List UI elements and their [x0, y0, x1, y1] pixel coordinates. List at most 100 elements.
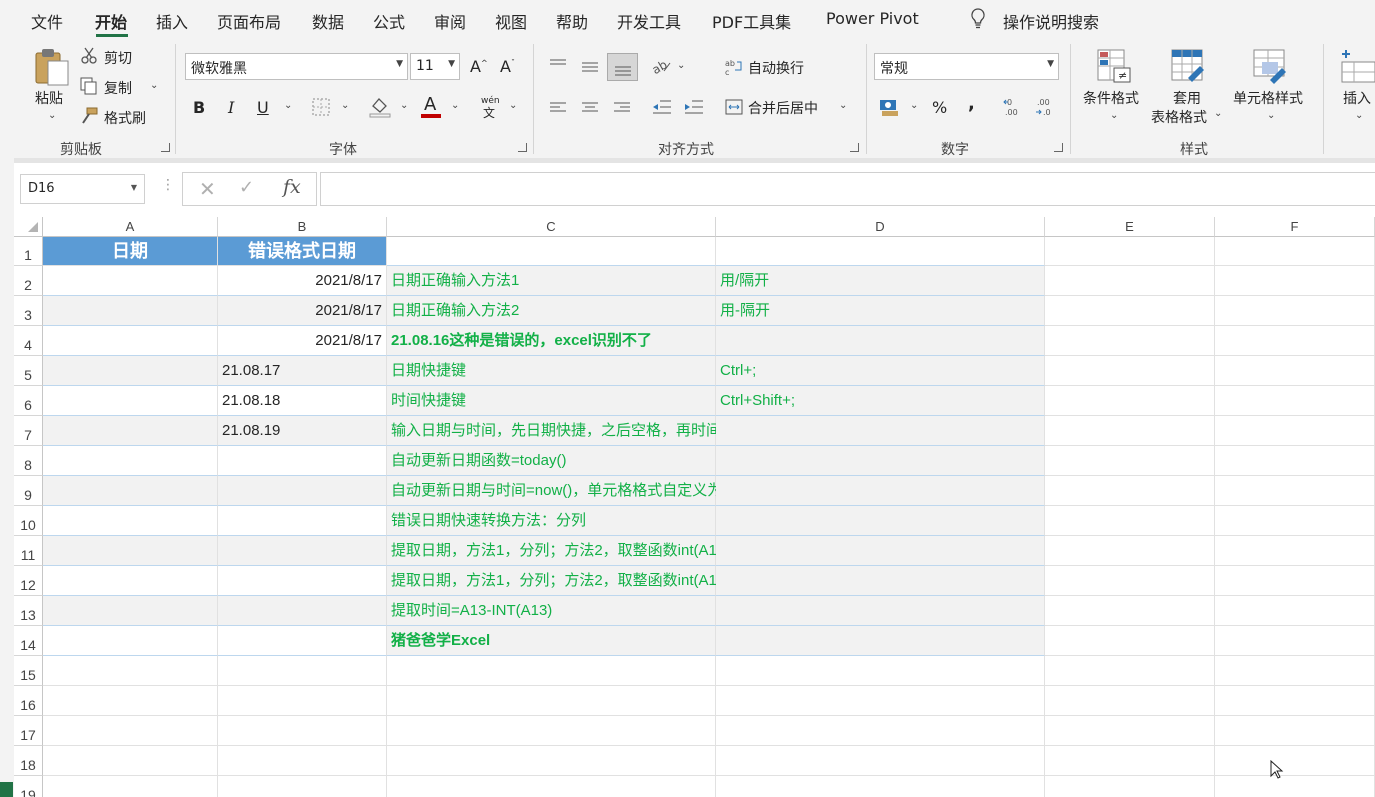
column-header-e[interactable]: E [1045, 217, 1215, 237]
tell-me-search[interactable]: 操作说明搜索 [1003, 9, 1099, 33]
cell-f19[interactable] [1215, 776, 1375, 797]
increase-decimal-icon[interactable]: 0.00 [1003, 97, 1023, 121]
cell-b5[interactable]: 21.08.17 [218, 356, 387, 386]
orientation-dropdown-icon[interactable]: ⌄ [677, 60, 685, 71]
underline-button[interactable]: U [257, 98, 269, 117]
chevron-down-icon[interactable]: ▼ [448, 59, 455, 69]
row-header-6[interactable]: 6 [14, 386, 43, 416]
bold-button[interactable]: B [193, 98, 205, 117]
tab-review[interactable]: 审阅 [434, 9, 466, 33]
row-header-1[interactable]: 1 [14, 237, 43, 266]
merge-center-icon[interactable] [725, 98, 743, 120]
cell-a4[interactable] [43, 326, 218, 356]
cell-a10[interactable] [43, 506, 218, 536]
cell-e7[interactable] [1045, 416, 1215, 446]
cell-e3[interactable] [1045, 296, 1215, 326]
cell-a3[interactable] [43, 296, 218, 326]
font-color-dropdown-icon[interactable]: ⌄ [451, 100, 459, 111]
cell-e1[interactable] [1045, 237, 1215, 266]
row-header-3[interactable]: 3 [14, 296, 43, 326]
cell-a13[interactable] [43, 596, 218, 626]
cell-f11[interactable] [1215, 536, 1375, 566]
cell-d3[interactable]: 用-隔开 [716, 296, 1045, 326]
cell-a1[interactable]: 日期 [43, 237, 218, 266]
cell-e19[interactable] [1045, 776, 1215, 797]
cell-d18[interactable] [716, 746, 1045, 776]
row-header-18[interactable]: 18 [14, 746, 43, 776]
column-header-b[interactable]: B [218, 217, 387, 237]
column-header-a[interactable]: A [43, 217, 218, 237]
cell-a18[interactable] [43, 746, 218, 776]
cell-f15[interactable] [1215, 656, 1375, 686]
font-size-combo[interactable]: 11 ▼ [410, 53, 460, 80]
cell-c12[interactable]: 提取日期，方法1，分列；方法2，取整函数int(A12)或text(A12,"y… [387, 566, 896, 596]
merge-dropdown-icon[interactable]: ⌄ [839, 100, 847, 111]
paste-icon[interactable] [34, 47, 70, 91]
copy-icon[interactable] [80, 77, 98, 99]
cell-a2[interactable] [43, 266, 218, 296]
cell-d16[interactable] [716, 686, 1045, 716]
cell-b8[interactable] [218, 446, 387, 476]
cell-b2[interactable]: 2021/8/17 [218, 266, 387, 296]
cell-c4[interactable]: 21.08.16这种是错误的，excel识别不了 [387, 326, 716, 356]
cell-a12[interactable] [43, 566, 218, 596]
percent-button[interactable]: % [932, 98, 947, 117]
column-header-c[interactable]: C [387, 217, 716, 237]
row-header-12[interactable]: 12 [14, 566, 43, 596]
cell-e8[interactable] [1045, 446, 1215, 476]
cell-b1[interactable]: 错误格式日期 [218, 237, 387, 266]
cell-b18[interactable] [218, 746, 387, 776]
wrap-text-button[interactable]: 自动换行 [748, 58, 804, 78]
scissors-icon[interactable] [80, 47, 98, 69]
cell-c14[interactable]: 猪爸爸学Excel [387, 626, 716, 656]
cell-c16[interactable] [387, 686, 716, 716]
fill-color-icon[interactable] [369, 96, 391, 122]
insert-dropdown-icon[interactable]: ⌄ [1355, 110, 1363, 121]
cell-a19[interactable] [43, 776, 218, 797]
copy-button[interactable]: 复制 [104, 78, 132, 98]
cell-a5[interactable] [43, 356, 218, 386]
insert-function-button[interactable]: fx [283, 176, 301, 198]
cell-d2[interactable]: 用/隔开 [716, 266, 1045, 296]
row-header-11[interactable]: 11 [14, 536, 43, 566]
fill-color-dropdown-icon[interactable]: ⌄ [400, 100, 408, 111]
cell-d12[interactable] [716, 566, 1045, 596]
cell-c1[interactable] [387, 237, 716, 266]
accounting-format-icon[interactable] [878, 97, 900, 121]
accounting-dropdown-icon[interactable]: ⌄ [910, 100, 918, 111]
borders-icon[interactable] [312, 98, 330, 120]
cell-c7[interactable]: 输入日期与时间，先日期快捷，之后空格，再时间快捷键 [387, 416, 766, 446]
row-header-17[interactable]: 17 [14, 716, 43, 746]
insert-cells-icon[interactable] [1340, 48, 1375, 88]
formula-bar-grip-icon[interactable]: ⋮ [161, 177, 175, 193]
chevron-down-icon[interactable]: ▼ [1047, 59, 1054, 69]
cell-d17[interactable] [716, 716, 1045, 746]
cell-c10[interactable]: 错误日期快速转换方法：分列 [387, 506, 716, 536]
tab-developer[interactable]: 开发工具 [617, 9, 681, 33]
wrap-text-icon[interactable]: ab c [725, 58, 743, 80]
cell-f12[interactable] [1215, 566, 1375, 596]
cell-styles-button[interactable]: 单元格样式 [1233, 88, 1303, 108]
cell-styles-dropdown-icon[interactable]: ⌄ [1267, 110, 1275, 121]
decrease-indent-icon[interactable] [652, 99, 672, 119]
cell-c18[interactable] [387, 746, 716, 776]
row-header-7[interactable]: 7 [14, 416, 43, 446]
cell-f18[interactable] [1215, 746, 1375, 776]
cut-button[interactable]: 剪切 [104, 48, 132, 68]
tab-home[interactable]: 开始 [95, 9, 127, 33]
name-box[interactable]: D16 ▼ [20, 174, 145, 204]
number-launcher-icon[interactable] [1054, 143, 1063, 152]
row-header-5[interactable]: 5 [14, 356, 43, 386]
column-header-f[interactable]: F [1215, 217, 1375, 237]
format-as-table-label-1[interactable]: 套用 [1173, 88, 1201, 108]
cell-b12[interactable] [218, 566, 387, 596]
enter-check-icon[interactable]: ✓ [239, 177, 254, 198]
tab-formulas[interactable]: 公式 [373, 9, 405, 33]
formula-input[interactable] [320, 172, 1375, 206]
row-header-9[interactable]: 9 [14, 476, 43, 506]
cell-b13[interactable] [218, 596, 387, 626]
increase-indent-icon[interactable] [684, 99, 704, 119]
cell-d10[interactable] [716, 506, 1045, 536]
cell-a11[interactable] [43, 536, 218, 566]
cell-b15[interactable] [218, 656, 387, 686]
